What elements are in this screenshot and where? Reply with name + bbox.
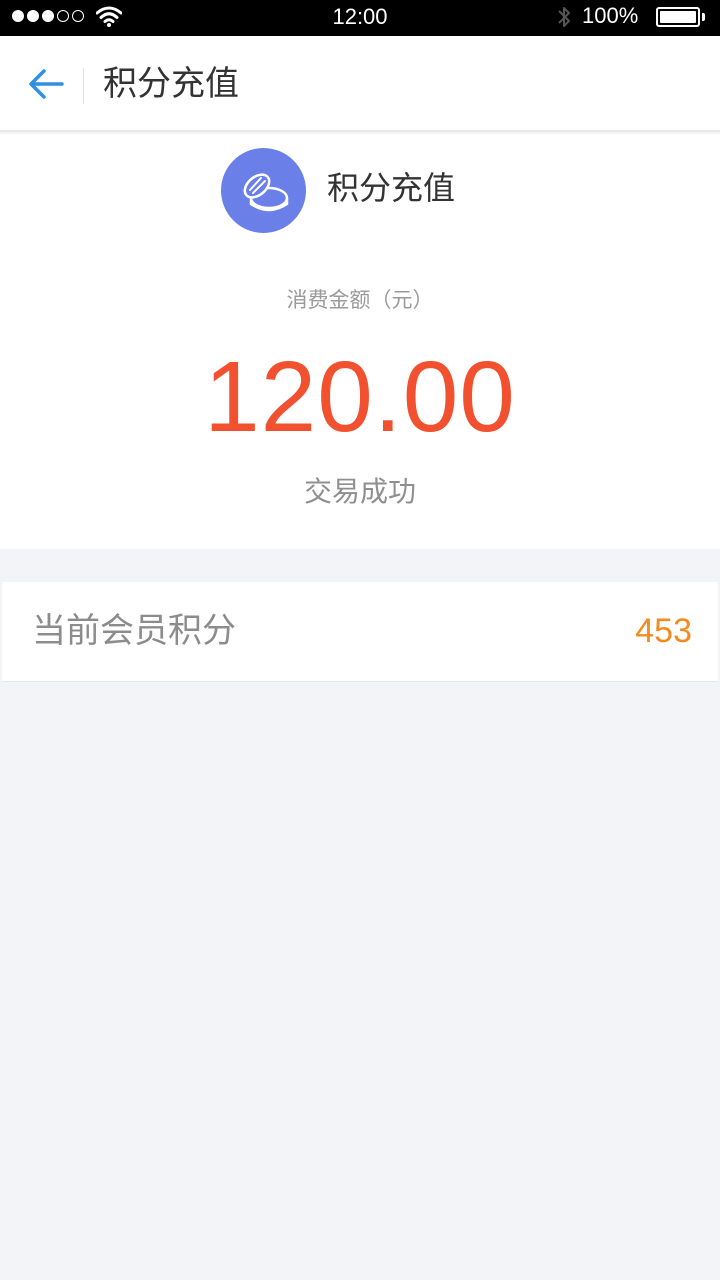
amount-label: 消费金额（元） [286, 288, 434, 312]
battery-nub [702, 13, 705, 21]
summary-title: 积分充值 [327, 169, 456, 207]
transaction-summary: 积分充值 消费金额（元） 120.00 交易成功 [0, 134, 720, 549]
coins-icon [221, 148, 306, 233]
member-points-value: 453 [635, 612, 692, 650]
page-title: 积分充值 [103, 64, 239, 104]
screen: 12:00 100% 积分充值 积分充值 消费金额（元） 120.00 交易成功… [0, 0, 720, 1280]
battery-icon [656, 7, 700, 27]
nav-divider [83, 68, 84, 104]
bluetooth-icon [558, 7, 570, 27]
status-bar: 12:00 100% [0, 0, 720, 36]
nav-bar: 积分充值 [0, 36, 720, 132]
transaction-status: 交易成功 [303, 475, 416, 508]
member-points-label: 当前会员积分 [32, 611, 236, 651]
member-points-row: 当前会员积分 453 [2, 582, 718, 682]
amount-value: 120.00 [204, 341, 516, 453]
battery-percent: 100% [582, 3, 639, 28]
arrow-left-icon[interactable] [24, 62, 68, 106]
